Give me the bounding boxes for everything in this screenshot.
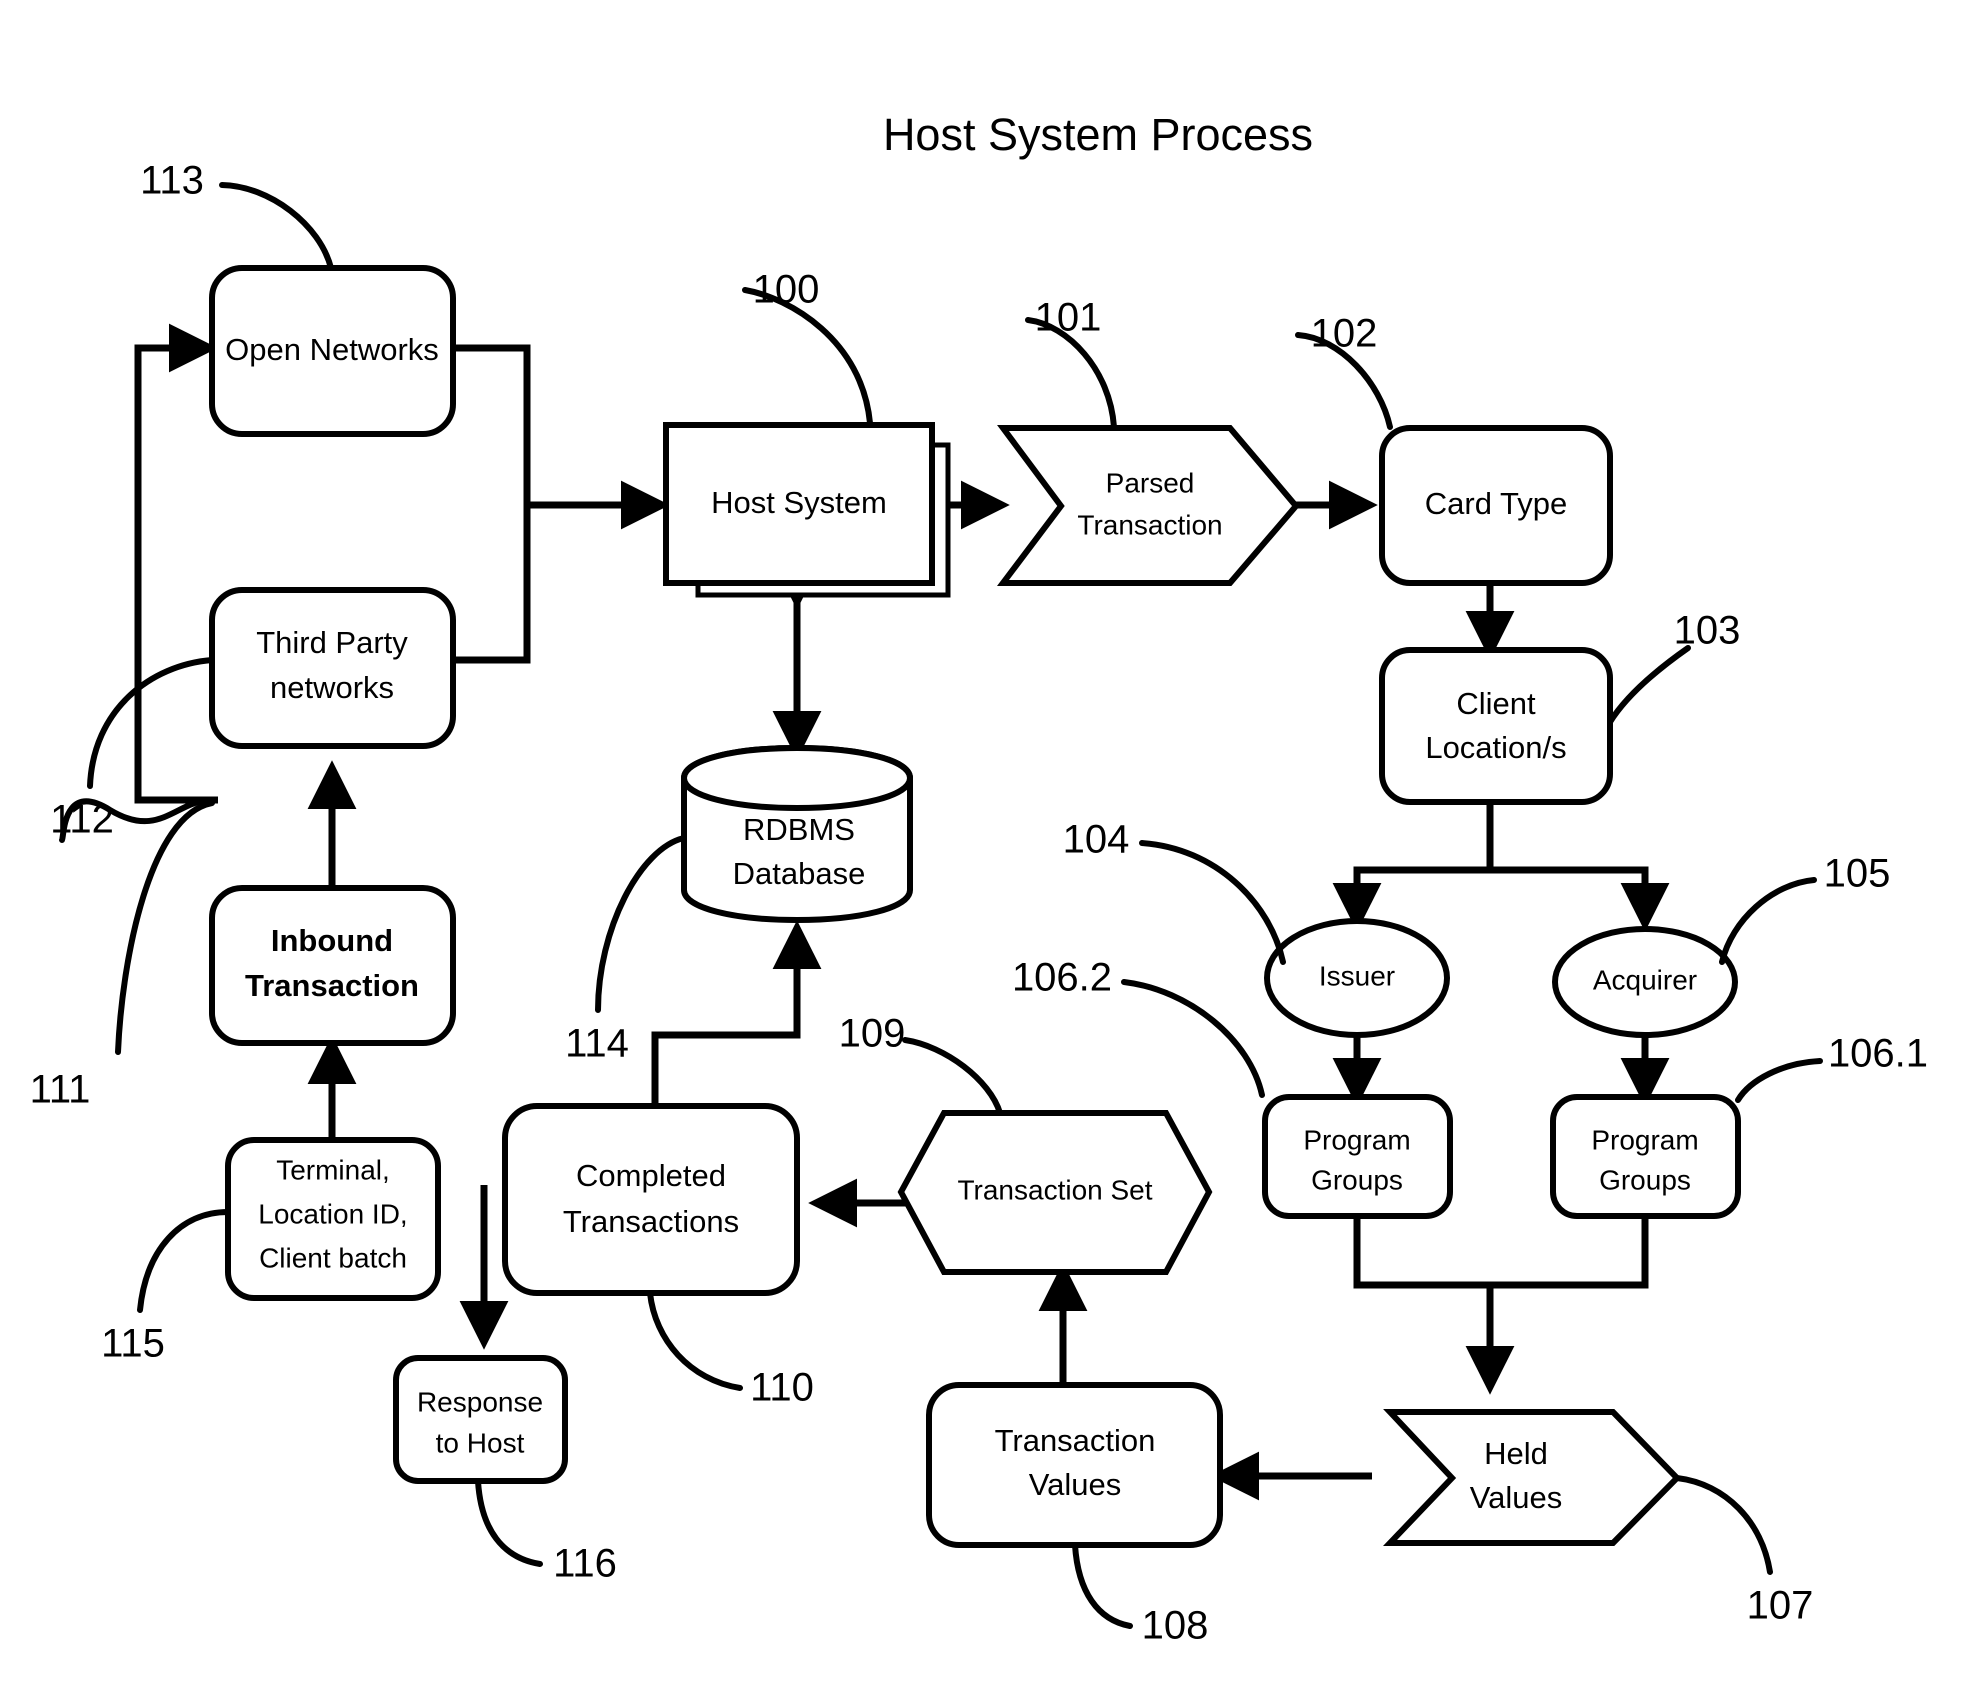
ref-116: 116 [553, 1542, 617, 1586]
leader-116 [475, 1478, 543, 1567]
node-transaction-values[interactable] [926, 1382, 1223, 1548]
ref-110: 110 [750, 1366, 814, 1410]
node-held-values-label-1: Held [1484, 1436, 1548, 1471]
node-program-groups-issuer-label-1: Program [1303, 1124, 1410, 1155]
ref-104: 104 [1063, 818, 1130, 862]
node-completed-label-1: Completed [576, 1158, 726, 1193]
leader-111-arc [115, 800, 215, 1055]
node-response-label-2: to Host [436, 1427, 525, 1458]
edge-inbound-to-opennetworks [134, 323, 218, 804]
node-program-groups-issuer[interactable] [1262, 1094, 1453, 1219]
node-transaction-set-label: Transaction Set [957, 1174, 1152, 1205]
leader-108 [1072, 1542, 1133, 1629]
node-client-locations-label-1: Client [1456, 686, 1536, 721]
node-inbound-label-1: Inbound [271, 923, 393, 958]
ref-103: 103 [1674, 609, 1741, 653]
diagram-canvas: Host System Process Open Networks Third … [0, 0, 1973, 1704]
edge-programgroups-acquirer-to-held [1490, 1216, 1649, 1289]
node-completed-transactions[interactable] [502, 1103, 800, 1296]
node-response-to-host[interactable] [393, 1355, 568, 1484]
node-client-locations[interactable] [1379, 647, 1613, 805]
leader-109 [902, 1037, 1003, 1116]
node-held-values-label-2: Values [1470, 1480, 1563, 1515]
ref-109: 109 [839, 1012, 906, 1056]
page-title: Host System Process [883, 109, 1313, 160]
edge-programgroups-issuer-to-held [1353, 1216, 1515, 1395]
node-held-values[interactable] [1382, 1409, 1682, 1546]
node-issuer-label: Issuer [1319, 960, 1395, 991]
node-terminal-label-2: Location ID, [258, 1198, 407, 1229]
edge-thirdparty-rail [453, 505, 531, 664]
ref-102: 102 [1311, 312, 1378, 356]
ref-113: 113 [140, 159, 204, 203]
edge-completed-to-rdbms [651, 920, 822, 1106]
ref-106-1: 106.1 [1828, 1032, 1928, 1076]
node-parsed-label-1: Parsed [1106, 467, 1195, 498]
node-transaction-values-label-2: Values [1029, 1467, 1122, 1502]
node-response-label-1: Response [417, 1386, 543, 1417]
ref-100: 100 [753, 268, 820, 312]
node-inbound-transaction[interactable] [209, 885, 456, 1046]
node-acquirer-label: Acquirer [1593, 964, 1697, 995]
node-rdbms-label-1: RDBMS [743, 812, 855, 847]
ref-115: 115 [101, 1322, 165, 1366]
node-terminal-label-1: Terminal, [276, 1154, 390, 1185]
node-client-locations-label-2: Location/s [1425, 730, 1566, 765]
node-inbound-label-2: Transaction [245, 968, 419, 1003]
leader-103 [1607, 645, 1691, 725]
leader-114 [595, 835, 687, 1013]
node-parsed-label-2: Transaction [1077, 509, 1222, 540]
edge-opennetworks-rail [453, 344, 531, 505]
node-parsed-transaction[interactable] [996, 425, 1300, 586]
leader-113 [219, 182, 334, 271]
ref-105: 105 [1824, 852, 1891, 896]
leader-106-2 [1121, 979, 1265, 1098]
edge-clientloc-to-acquirer [1490, 866, 1670, 932]
ref-114: 114 [565, 1022, 629, 1066]
node-program-groups-acquirer-label-1: Program [1591, 1124, 1698, 1155]
ref-107: 107 [1747, 1584, 1814, 1628]
leader-106-1 [1735, 1058, 1823, 1103]
ref-106-2: 106.2 [1012, 956, 1112, 1000]
node-program-groups-acquirer-label-2: Groups [1599, 1164, 1691, 1195]
node-completed-label-2: Transactions [563, 1204, 739, 1239]
ref-108: 108 [1142, 1604, 1209, 1648]
leader-110 [647, 1290, 743, 1391]
node-program-groups-issuer-label-2: Groups [1311, 1164, 1403, 1195]
leader-107 [1674, 1475, 1773, 1575]
ref-111: 111 [30, 1068, 91, 1112]
node-host-system-label: Host System [711, 485, 887, 520]
leader-105 [1719, 877, 1817, 965]
ref-101: 101 [1035, 296, 1102, 340]
node-third-party-networks[interactable] [209, 587, 456, 749]
node-card-type-label: Card Type [1425, 486, 1567, 521]
node-open-networks-label: Open Networks [225, 332, 439, 367]
leader-112 [87, 657, 215, 789]
node-third-party-label-1: Third Party [256, 625, 408, 660]
node-rdbms-database-top [680, 744, 914, 812]
node-third-party-label-2: networks [270, 670, 394, 705]
node-transaction-values-label-1: Transaction [995, 1423, 1156, 1458]
leader-115 [137, 1209, 231, 1313]
leader-104 [1139, 840, 1286, 965]
node-rdbms-label-2: Database [733, 856, 866, 891]
edge-clientloc-to-issuer [1332, 800, 1494, 932]
node-program-groups-acquirer[interactable] [1550, 1094, 1741, 1219]
node-terminal-label-3: Client batch [259, 1242, 407, 1273]
